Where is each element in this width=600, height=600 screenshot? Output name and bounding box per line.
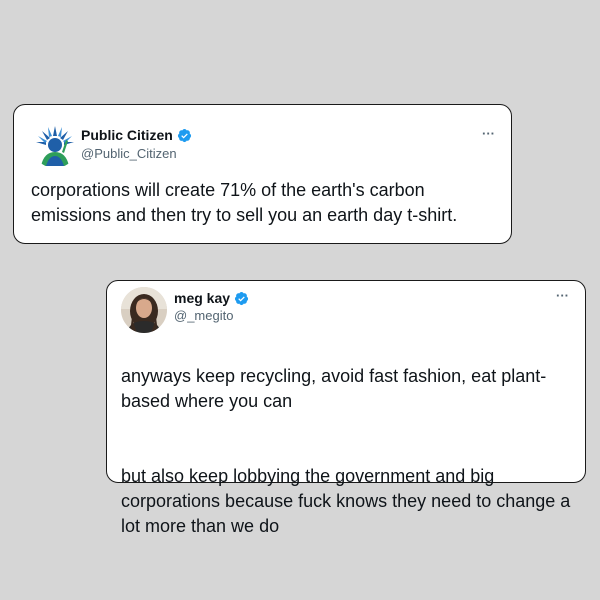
verified-badge-icon <box>177 128 191 142</box>
tweet-paragraph: but also keep lobbying the government an… <box>121 466 571 536</box>
tweet-text: corporations will create 71% of the eart… <box>31 180 458 225</box>
tweet-paragraph: anyways keep recycling, avoid fast fashi… <box>121 366 547 411</box>
tweet-card-public-citizen[interactable]: Public Citizen @Public_Citizen ··· corpo… <box>13 104 512 244</box>
handle[interactable]: @_megito <box>174 308 233 323</box>
statue-of-liberty-logo-icon <box>32 122 78 168</box>
tweet-card-meg-kay[interactable]: meg kay @_megito ··· anyways keep recycl… <box>106 280 586 536</box>
author-row: meg kay <box>174 290 249 306</box>
more-options-icon[interactable]: ··· <box>482 127 495 140</box>
avatar[interactable] <box>32 122 78 168</box>
author-row: Public Citizen <box>81 127 192 143</box>
profile-photo-icon <box>121 287 167 333</box>
verified-badge-icon <box>234 291 249 305</box>
handle[interactable]: @Public_Citizen <box>81 146 177 161</box>
avatar[interactable] <box>121 287 167 333</box>
tweet-text: anyways keep recycling, avoid fast fashi… <box>121 339 576 564</box>
display-name[interactable]: Public Citizen <box>81 127 173 143</box>
display-name[interactable]: meg kay <box>174 290 230 306</box>
more-options-icon[interactable]: ··· <box>556 289 569 302</box>
